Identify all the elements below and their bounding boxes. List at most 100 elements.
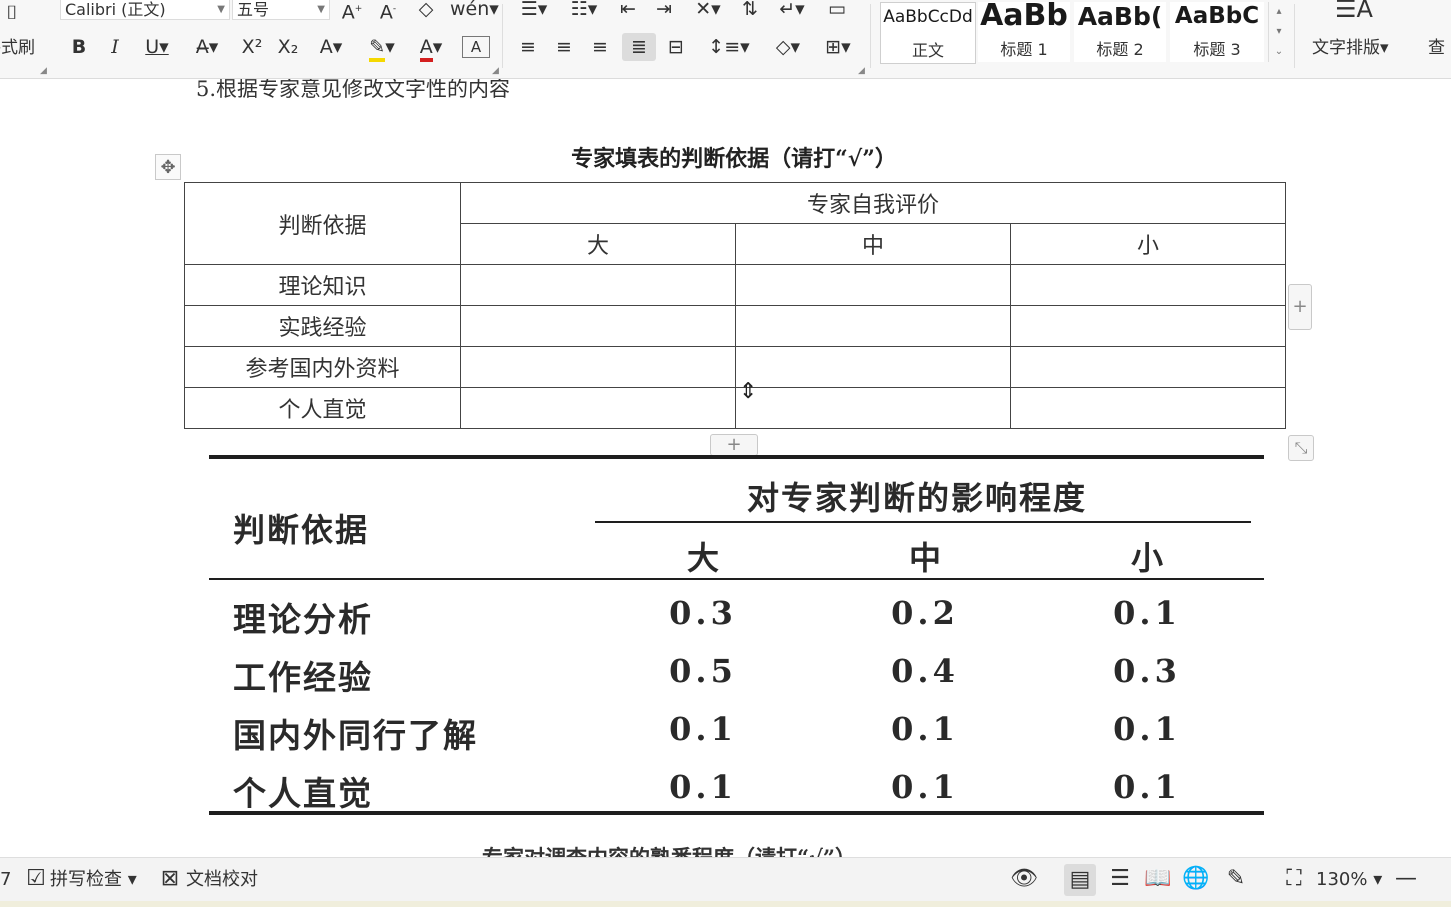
underline-icon[interactable]: U▾: [138, 36, 176, 58]
phonetic-guide-icon[interactable]: wén▾: [450, 0, 499, 20]
document-page[interactable]: 5.根据专家意见修改文字性的内容 专家填表的判断依据（请打“√”） ✥ 判断依据…: [0, 79, 1451, 857]
bullet-list-icon[interactable]: ☰▾: [514, 0, 554, 20]
sort-icon[interactable]: ⇅: [736, 0, 764, 20]
table-cell[interactable]: [735, 387, 1011, 429]
align-center-icon[interactable]: ≡: [550, 36, 578, 58]
style-normal[interactable]: AaBbCcDd 正文: [880, 2, 976, 64]
shrink-font-icon[interactable]: A-: [376, 0, 400, 23]
table-cell[interactable]: [1010, 305, 1286, 347]
t2-level-large: 大: [686, 539, 719, 577]
subscript-icon[interactable]: X₂: [274, 36, 302, 58]
header-rule: [209, 578, 1264, 580]
distributed-align-icon[interactable]: ⊟: [662, 36, 690, 58]
borders-icon[interactable]: ⊞▾: [818, 36, 858, 58]
add-row-button[interactable]: +: [710, 434, 758, 456]
table-cell[interactable]: [460, 305, 736, 347]
page-view-icon[interactable]: ▤: [1064, 864, 1096, 896]
level-large[interactable]: 大: [460, 223, 736, 265]
spell-check-button[interactable]: 拼写检查 ▾: [50, 870, 137, 890]
table-cell[interactable]: [1010, 264, 1286, 306]
justify-icon[interactable]: ≣: [622, 33, 656, 61]
format-painter-button[interactable]: 格式刷: [0, 38, 35, 58]
add-column-button[interactable]: +: [1288, 284, 1312, 330]
strikethrough-icon[interactable]: A̶▾: [188, 36, 226, 58]
style-heading-2[interactable]: AaBb( 标题 2: [1074, 2, 1166, 62]
eye-protection-icon[interactable]: 👁: [1010, 868, 1038, 890]
char-border-icon[interactable]: A: [462, 36, 490, 58]
superscript-icon[interactable]: X²: [238, 36, 266, 58]
ribbon-toolbar: ⌷ 格式刷 ◢ Calibri (正文) ▼ 五号 ▼ A+ A- ◇ wén▾…: [0, 0, 1451, 79]
style-heading-3[interactable]: AaBbC 标题 3: [1170, 2, 1264, 62]
format-painter-icon[interactable]: ⌷: [0, 2, 24, 24]
style-preview: AaBbC: [1174, 3, 1260, 29]
highlight-color-icon[interactable]: ✎▾: [362, 36, 402, 62]
table-cell[interactable]: [1010, 346, 1286, 388]
web-view-icon[interactable]: 🌐: [1182, 868, 1210, 890]
styles-scroll[interactable]: ▴ ▾ ⌄: [1268, 2, 1289, 62]
table-cell[interactable]: [460, 346, 736, 388]
t2-level-medium: 中: [908, 539, 941, 577]
header-self-evaluation[interactable]: 专家自我评价: [460, 182, 1286, 224]
t2-value: 0.1: [891, 710, 959, 748]
grow-font-icon[interactable]: A+: [340, 0, 364, 23]
row-label[interactable]: 实践经验: [184, 305, 461, 347]
t2-row-label: 国内外同行了解: [233, 716, 478, 755]
font-color-icon[interactable]: A▾: [412, 36, 450, 62]
row-label[interactable]: 理论知识: [184, 264, 461, 306]
text-layout-button[interactable]: 文字排版▾: [1312, 38, 1389, 58]
font-launcher-icon[interactable]: ◢: [492, 66, 499, 76]
text-layout-icon[interactable]: ☰A: [1334, 0, 1374, 21]
align-left-icon[interactable]: ≡: [514, 36, 542, 58]
spell-check-icon[interactable]: ☑: [24, 868, 48, 890]
table-cell[interactable]: [460, 264, 736, 306]
ruler-icon[interactable]: ▭: [822, 0, 852, 20]
show-marks-icon[interactable]: ↵▾: [772, 0, 812, 20]
reference-table-image[interactable]: 判断依据 对专家判断的影响程度 大 中 小 理论分析 0.3 0.2 0.1 工…: [209, 455, 1264, 819]
table-cell[interactable]: [460, 387, 736, 429]
align-right-icon[interactable]: ≡: [586, 36, 614, 58]
level-medium[interactable]: 中: [735, 223, 1011, 265]
chinese-layout-icon[interactable]: ✕▾: [688, 0, 728, 20]
doc-proof-icon[interactable]: ⊠: [158, 868, 182, 890]
write-mode-icon[interactable]: ✎: [1222, 868, 1250, 890]
t2-value: 0.1: [669, 710, 737, 748]
fit-page-icon[interactable]: ⛶: [1280, 868, 1308, 890]
header-basis[interactable]: 判断依据: [184, 182, 461, 265]
increase-indent-icon[interactable]: ⇥: [650, 0, 678, 20]
table-cell[interactable]: [1010, 387, 1286, 429]
italic-icon[interactable]: I: [104, 36, 126, 58]
shading-icon[interactable]: ◇▾: [768, 36, 808, 58]
t2-header-basis: 判断依据: [233, 511, 370, 549]
table-resize-handle-icon[interactable]: ⤡: [1288, 435, 1314, 461]
font-name-select[interactable]: Calibri (正文) ▼: [60, 0, 230, 20]
level-small[interactable]: 小: [1010, 223, 1286, 265]
table-cell[interactable]: [735, 305, 1011, 347]
page-indicator[interactable]: 7: [0, 870, 11, 890]
spell-check-label: 拼写检查: [50, 869, 122, 890]
table-move-handle-icon[interactable]: ✥: [155, 154, 181, 180]
line-spacing-icon[interactable]: ↕≡▾: [706, 36, 752, 58]
numbered-list-icon[interactable]: ☷▾: [564, 0, 604, 20]
reading-view-icon[interactable]: 📖: [1144, 868, 1172, 890]
decrease-indent-icon[interactable]: ⇤: [614, 0, 642, 20]
bold-icon[interactable]: B: [68, 36, 90, 58]
style-heading-1[interactable]: AaBb 标题 1: [978, 0, 1070, 62]
find-button[interactable]: 查: [1428, 38, 1445, 58]
expert-judgment-table: 判断依据 专家自我评价 大 中 小 理论知识 实践经验 参考国内外资料 个人直觉: [184, 182, 1286, 429]
zoom-select[interactable]: 130% ▾: [1316, 870, 1382, 890]
font-size-select[interactable]: 五号 ▼: [232, 0, 330, 20]
text-effect-icon[interactable]: A▾: [312, 36, 350, 58]
clear-format-icon[interactable]: ◇: [414, 0, 438, 20]
outline-view-icon[interactable]: ☰: [1106, 868, 1134, 890]
row-label[interactable]: 参考国内外资料: [184, 346, 461, 388]
zoom-out-icon[interactable]: —: [1394, 868, 1418, 890]
doc-proof-button[interactable]: 文档校对: [186, 870, 258, 890]
table-cell[interactable]: [735, 346, 1011, 388]
clipboard-launcher-icon[interactable]: ◢: [40, 66, 47, 76]
row-label[interactable]: 个人直觉: [184, 387, 461, 429]
paragraph-launcher-icon[interactable]: ◢: [858, 66, 865, 76]
text-layout-label: 文字排版: [1312, 38, 1380, 58]
table1-caption: 专家填表的判断依据（请打“√”）: [571, 146, 897, 172]
t2-value: 0.1: [669, 768, 737, 806]
table-cell[interactable]: [735, 264, 1011, 306]
